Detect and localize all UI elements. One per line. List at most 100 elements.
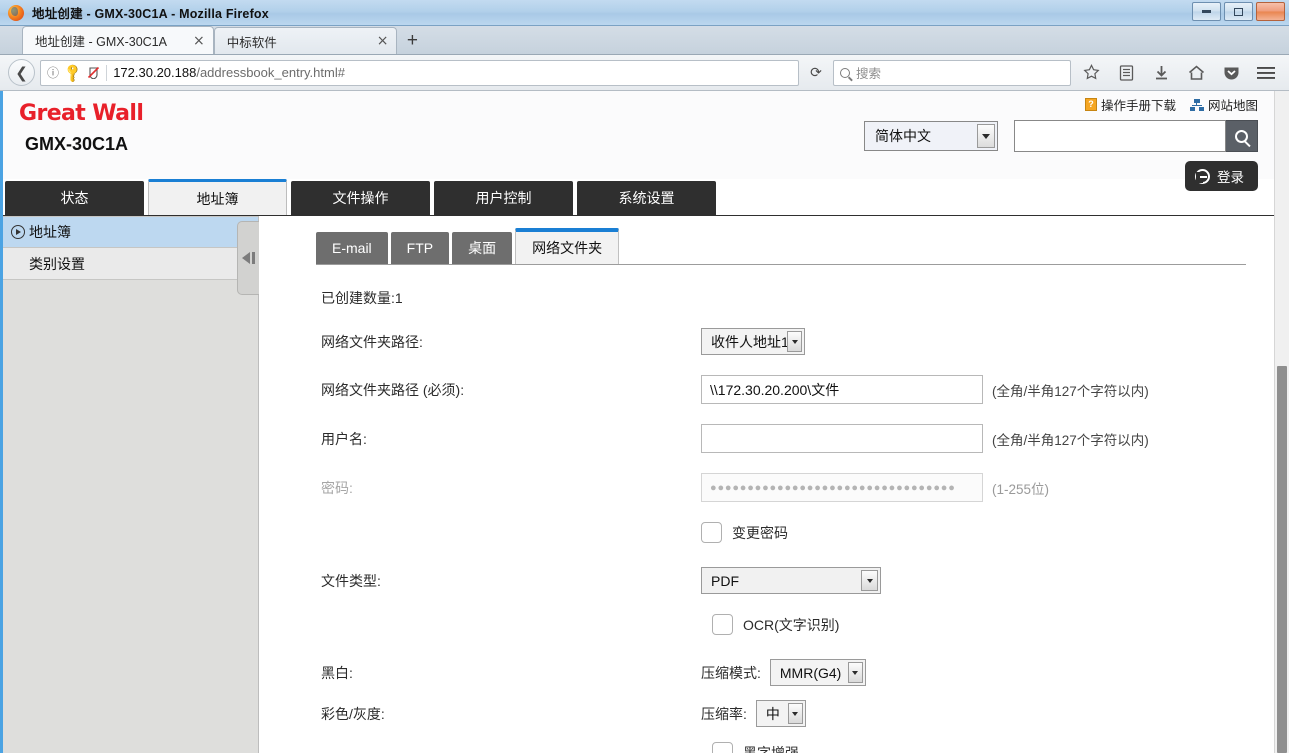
login-button-label: 登录	[1217, 170, 1244, 185]
url-separator	[106, 64, 108, 81]
collapse-bar-icon	[252, 252, 255, 264]
sidebar: 地址簿 类别设置	[3, 216, 259, 753]
minimize-icon	[1202, 10, 1211, 13]
change-password-label: 变更密码	[732, 524, 788, 541]
firefox-logo-icon	[8, 4, 24, 21]
form-row-filetype: 文件类型: PDF	[316, 567, 1274, 594]
login-button[interactable]: 登录	[1185, 161, 1258, 191]
folder-path-hint: (全角/半角127个字符以内)	[992, 383, 1149, 399]
filetype-select[interactable]: PDF	[701, 567, 881, 594]
home-icon[interactable]	[1181, 59, 1211, 87]
library-icon[interactable]	[1111, 59, 1141, 87]
recipient-address-select[interactable]: 收件人地址1	[701, 328, 805, 355]
compress-rate-label: 压缩率:	[701, 705, 747, 722]
browser-tab-1[interactable]: 地址创建 - GMX-30C1A ×	[22, 26, 214, 54]
close-window-button[interactable]	[1256, 2, 1285, 21]
username-hint: (全角/半角127个字符以内)	[992, 432, 1149, 448]
site-search-input[interactable]	[1014, 120, 1226, 152]
sub-tab-desktop[interactable]: 桌面	[452, 232, 513, 264]
header-controls: 简体中文	[864, 120, 1258, 152]
main-tab-user-control[interactable]: 用户控制	[434, 181, 573, 215]
new-tab-button[interactable]: +	[397, 27, 427, 54]
downloads-icon[interactable]	[1146, 59, 1176, 87]
browser-tab-1-close-icon[interactable]: ×	[193, 34, 205, 48]
black-white-label: 黑白:	[321, 664, 353, 681]
chevron-down-icon	[847, 662, 863, 683]
manual-download-label: 操作手册下载	[1100, 99, 1176, 113]
search-icon	[840, 67, 850, 78]
ocr-checkbox[interactable]	[712, 614, 733, 635]
maximize-button[interactable]	[1224, 2, 1253, 21]
manual-icon: ?	[1084, 98, 1097, 111]
password-masked-value: ●●●●●●●●●●●●●●●●●●●●●●●●●●●●●●●●●	[710, 481, 956, 494]
black-enhance-label: 黑字增强	[743, 744, 799, 753]
main-tab-system-settings[interactable]: 系统设置	[577, 181, 716, 215]
browser-search-bar[interactable]: 搜索	[833, 59, 1071, 86]
sidebar-item-category-settings[interactable]: 类别设置	[3, 248, 258, 280]
bookmark-star-icon[interactable]	[1076, 59, 1106, 87]
username-label: 用户名:	[321, 430, 367, 447]
password-label: 密码:	[321, 479, 353, 496]
browser-tab-2[interactable]: 中标软件 ×	[213, 27, 398, 54]
compress-mode-select[interactable]: MMR(G4)	[769, 659, 866, 686]
login-row: 登录	[1185, 161, 1258, 191]
compress-mode-label: 压缩模式:	[701, 664, 761, 681]
arrow-circle-icon	[11, 225, 25, 239]
sidebar-item-addressbook[interactable]: 地址簿	[3, 216, 258, 248]
sub-tab-email[interactable]: E-mail	[316, 232, 388, 264]
main-tab-status[interactable]: 状态	[5, 181, 144, 215]
form-row-black-white: 黑白: 压缩模式: MMR(G4)	[316, 659, 1274, 686]
page-scrollbar-thumb[interactable]	[1277, 366, 1287, 753]
black-enhance-checkbox[interactable]	[712, 742, 733, 753]
form-row-ocr: OCR(文字识别)	[316, 614, 1274, 635]
login-icon	[1195, 168, 1210, 184]
language-select[interactable]: 简体中文	[864, 121, 998, 151]
sitemap-label: 网站地图	[1207, 99, 1258, 113]
window-title: 地址创建 - GMX-30C1A - Mozilla Firefox	[32, 7, 269, 21]
reload-button[interactable]: ⟳	[804, 60, 828, 86]
page-info-icon[interactable]: ⓘ	[47, 64, 59, 81]
folder-path-select-label: 网络文件夹路径:	[321, 333, 423, 350]
compress-mode-select-value: MMR(G4)	[779, 664, 842, 681]
manual-download-link[interactable]: ? 操作手册下载	[1084, 95, 1176, 114]
window-controls	[1192, 2, 1285, 21]
tracking-protection-off-icon[interactable]	[87, 66, 100, 79]
pocket-icon[interactable]	[1216, 59, 1246, 87]
change-password-checkbox[interactable]	[701, 522, 722, 543]
window-titlebar: 地址创建 - GMX-30C1A - Mozilla Firefox	[0, 0, 1289, 26]
menu-icon[interactable]	[1251, 59, 1281, 87]
content-area: E-mail FTP 桌面 网络文件夹 已创建数量:1 网络文件夹路径: 收件人…	[259, 216, 1274, 753]
browser-navbar: ❮ ⓘ 🔑 172.30.20.188/addressbook_entry.ht…	[0, 55, 1289, 91]
url-path: /addressbook_entry.html#	[196, 65, 345, 80]
web-page: Great Wall GMX-30C1A ? 操作手册下载 网站地图 简体中文	[0, 91, 1289, 753]
username-input[interactable]	[701, 424, 983, 453]
minimize-button[interactable]	[1192, 2, 1221, 21]
sidebar-collapse-handle[interactable]	[237, 221, 259, 295]
login-key-icon[interactable]: 🔑	[62, 61, 85, 84]
sitemap-icon	[1189, 98, 1204, 111]
page-scrollbar[interactable]	[1274, 91, 1289, 753]
main-tab-file-operations[interactable]: 文件操作	[291, 181, 430, 215]
form-row-username: 用户名: (全角/半角127个字符以内)	[316, 424, 1274, 453]
form-row-black-enhance: 黑字增强	[316, 742, 1274, 753]
back-button[interactable]: ❮	[8, 59, 35, 86]
sub-tab-ftp[interactable]: FTP	[390, 232, 450, 264]
browser-search-placeholder: 搜索	[856, 67, 882, 81]
form-row-folder-path: 网络文件夹路径 (必须): \\172.30.20.200\文件 (全角/半角1…	[316, 375, 1274, 404]
main-tab-addressbook[interactable]: 地址簿	[148, 179, 287, 215]
compress-rate-select[interactable]: 中	[755, 700, 806, 727]
language-select-value: 简体中文	[875, 128, 931, 144]
url-bar[interactable]: ⓘ 🔑 172.30.20.188/addressbook_entry.html…	[40, 59, 799, 86]
sub-tab-network-folder[interactable]: 网络文件夹	[515, 228, 620, 264]
form-row-change-password: 变更密码	[316, 522, 1274, 543]
compress-rate-select-value: 中	[765, 705, 780, 722]
chevron-down-icon	[977, 124, 995, 148]
sitemap-link[interactable]: 网站地图	[1189, 95, 1258, 114]
browser-tab-2-close-icon[interactable]: ×	[377, 34, 389, 48]
site-header: Great Wall GMX-30C1A ? 操作手册下载 网站地图 简体中文	[3, 91, 1274, 191]
chevron-down-icon	[787, 331, 802, 352]
network-folder-form: 已创建数量:1 网络文件夹路径: 收件人地址1 网络文件夹路径 (必须): \\…	[316, 265, 1274, 753]
folder-path-input[interactable]: \\172.30.20.200\文件	[701, 375, 983, 404]
site-search-button[interactable]	[1226, 120, 1258, 152]
folder-path-label: 网络文件夹路径 (必须):	[321, 381, 465, 398]
